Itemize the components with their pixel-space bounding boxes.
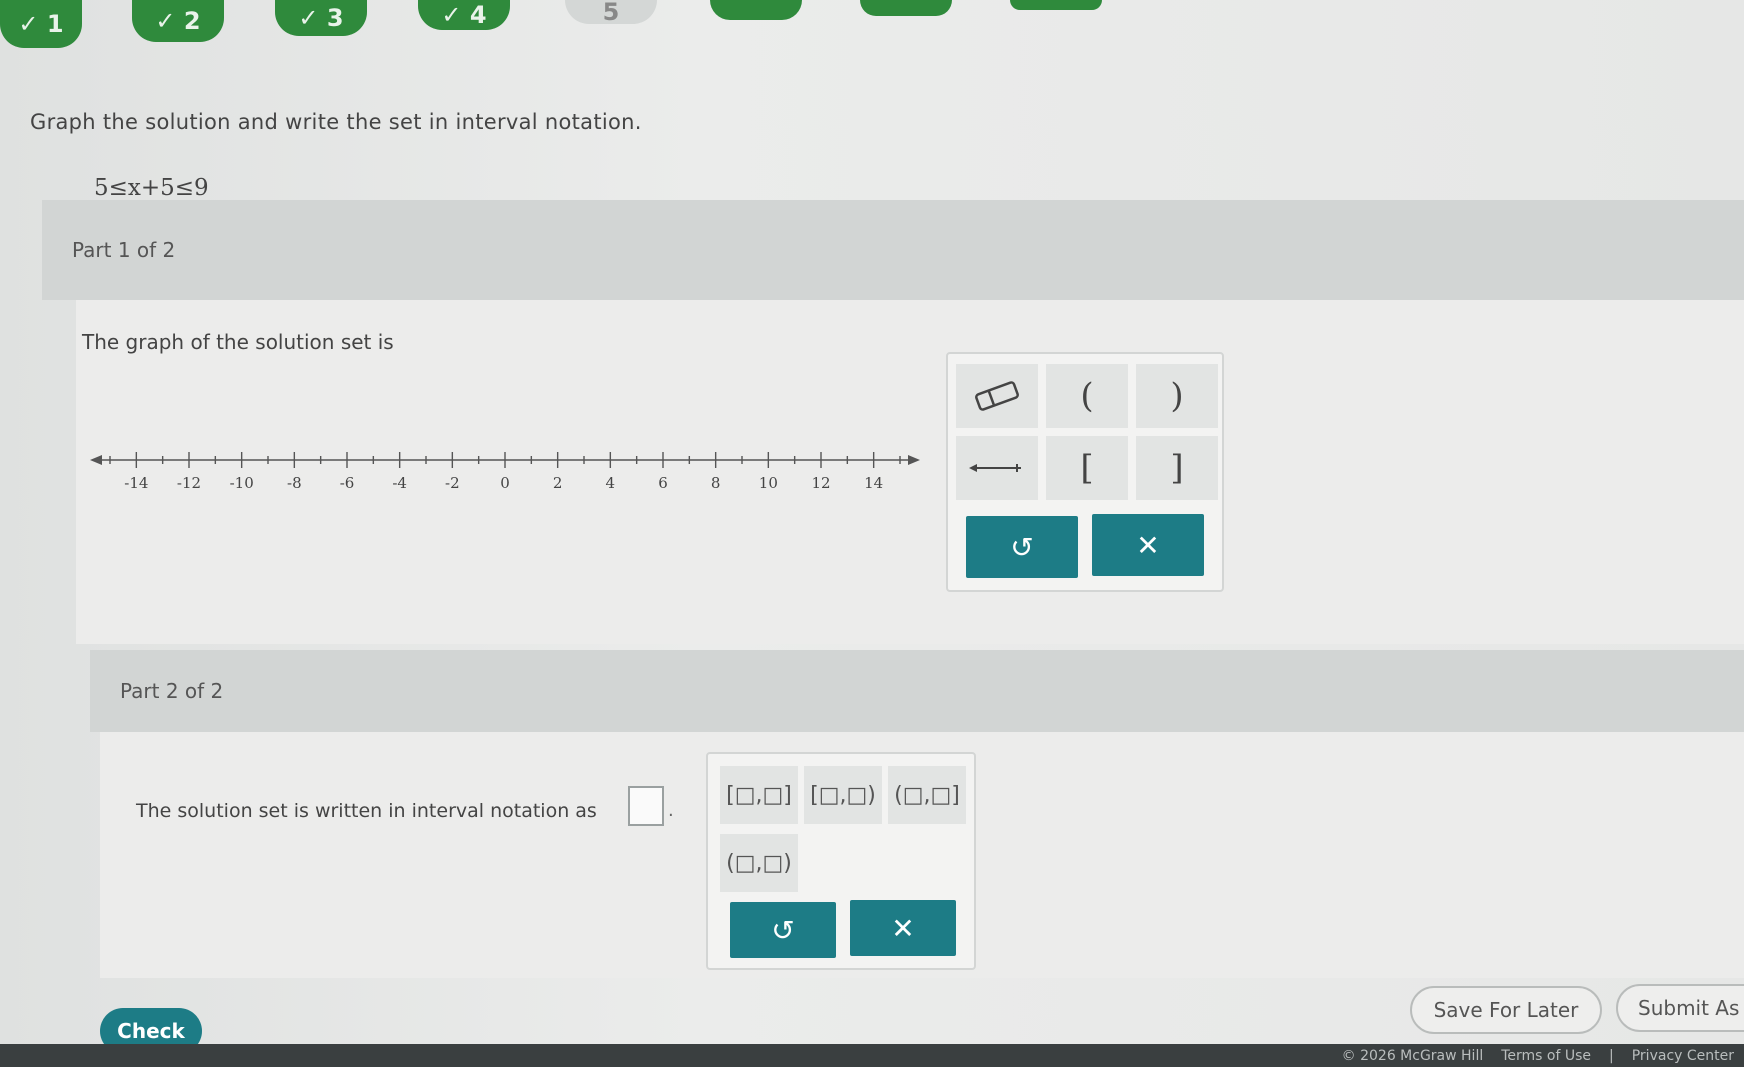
- footer-separator: |: [1609, 1047, 1614, 1064]
- open-left-label: (: [1080, 376, 1094, 416]
- privacy-link[interactable]: Privacy Center: [1632, 1048, 1734, 1064]
- interval-undo-button[interactable]: ↺: [730, 902, 836, 958]
- question-nav: ✓ 1 ✓ 2 ✓ 3 ✓ 4 5: [0, 0, 1744, 52]
- part2-header-label: Part 2 of 2: [120, 679, 224, 703]
- tab-label: ✓ 4: [441, 1, 487, 29]
- submit-assignment-button[interactable]: Submit As: [1616, 984, 1744, 1032]
- part1-header-label: Part 1 of 2: [72, 238, 176, 262]
- tab-label: ✓ 3: [298, 4, 344, 32]
- page: ✓ 1 ✓ 2 ✓ 3 ✓ 4 5 Graph the solution and…: [0, 0, 1744, 1067]
- terms-link[interactable]: Terms of Use: [1501, 1048, 1591, 1064]
- tick-label: -6: [340, 474, 355, 492]
- interval-clear-button[interactable]: ✕: [850, 900, 956, 956]
- tick-label: 2: [553, 474, 563, 492]
- undo-icon: ↺: [1010, 530, 1034, 564]
- tick-label: -10: [230, 474, 254, 492]
- question-tab-8[interactable]: [1010, 0, 1102, 10]
- closed-right-label: ]: [1170, 448, 1184, 488]
- answer-period: .: [668, 800, 674, 821]
- undo-icon: ↺: [771, 913, 795, 947]
- part2-header[interactable]: Part 2 of 2: [90, 650, 1744, 732]
- tick-label: -2: [445, 474, 460, 492]
- closed-right-endpoint-button[interactable]: ]: [1136, 436, 1218, 500]
- eraser-icon: [975, 381, 1019, 411]
- interval-prompt: The solution set is written in interval …: [136, 800, 597, 822]
- eraser-tool-button[interactable]: [956, 364, 1038, 428]
- copyright: © 2026 McGraw Hill: [1341, 1047, 1484, 1064]
- graph-caption: The graph of the solution set is: [82, 330, 394, 354]
- graph-undo-button[interactable]: ↺: [966, 516, 1078, 578]
- tick-label: -12: [177, 474, 201, 492]
- save-for-later-button[interactable]: Save For Later: [1410, 986, 1602, 1034]
- template-open-closed-button[interactable]: (□,□]: [888, 766, 966, 824]
- right-arrow-icon: [908, 455, 920, 465]
- ray-tool-button[interactable]: [956, 436, 1038, 500]
- graph-tool-palette: ( ) [ ] ↺ ✕: [946, 352, 1224, 592]
- tick-label: 0: [500, 474, 510, 492]
- closed-left-label: [: [1080, 448, 1094, 488]
- question-tab-6[interactable]: [710, 0, 802, 20]
- question-tab-7[interactable]: [860, 0, 952, 16]
- interval-template-palette: [□,□] [□,□) (□,□] (□,□) ↺ ✕: [706, 752, 976, 970]
- part1-header[interactable]: Part 1 of 2: [42, 200, 1744, 300]
- tick-label: -14: [124, 474, 148, 492]
- interval-answer-input[interactable]: [628, 786, 664, 826]
- template-label: [□,□): [810, 782, 876, 808]
- tick-label: 8: [711, 474, 721, 492]
- question-prompt: Graph the solution and write the set in …: [30, 110, 642, 134]
- ray-icon: [969, 464, 1021, 472]
- question-tab-5[interactable]: 5: [565, 0, 657, 26]
- tab-label: 5: [602, 0, 620, 26]
- template-label: (□,□]: [894, 782, 960, 808]
- open-right-label: ): [1170, 376, 1184, 416]
- open-left-endpoint-button[interactable]: (: [1046, 364, 1128, 428]
- template-closed-closed-button[interactable]: [□,□]: [720, 766, 798, 824]
- tick-label: -8: [287, 474, 302, 492]
- template-label: [□,□]: [726, 782, 792, 808]
- question-tab-2[interactable]: ✓ 2: [132, 0, 224, 42]
- question-tab-4[interactable]: ✓ 4: [418, 0, 510, 30]
- closed-left-endpoint-button[interactable]: [: [1046, 436, 1128, 500]
- inequality: 5≤x+5≤9: [94, 175, 209, 201]
- tick-label: -4: [392, 474, 407, 492]
- tick-label: 14: [864, 474, 883, 492]
- tick-label: 12: [811, 474, 830, 492]
- template-label: (□,□): [726, 850, 792, 876]
- tick-label: 6: [658, 474, 668, 492]
- number-line[interactable]: -14 -12 -10 -8 -6 -4 -2 0 2 4 6 8 10 12 14: [90, 430, 920, 500]
- footer: © 2026 McGraw Hill Terms of Use | Privac…: [0, 1044, 1744, 1067]
- close-icon: ✕: [891, 911, 915, 945]
- tick-label: 10: [759, 474, 778, 492]
- tick-label: 4: [606, 474, 616, 492]
- open-right-endpoint-button[interactable]: ): [1136, 364, 1218, 428]
- tab-label: ✓ 1: [18, 10, 64, 38]
- question-tab-1[interactable]: ✓ 1: [0, 0, 82, 48]
- tab-label: ✓ 2: [155, 7, 201, 35]
- question-tab-3[interactable]: ✓ 3: [275, 0, 367, 36]
- left-arrow-icon: [90, 455, 102, 465]
- close-icon: ✕: [1136, 528, 1160, 562]
- template-closed-open-button[interactable]: [□,□): [804, 766, 882, 824]
- graph-clear-button[interactable]: ✕: [1092, 514, 1204, 576]
- template-open-open-button[interactable]: (□,□): [720, 834, 798, 892]
